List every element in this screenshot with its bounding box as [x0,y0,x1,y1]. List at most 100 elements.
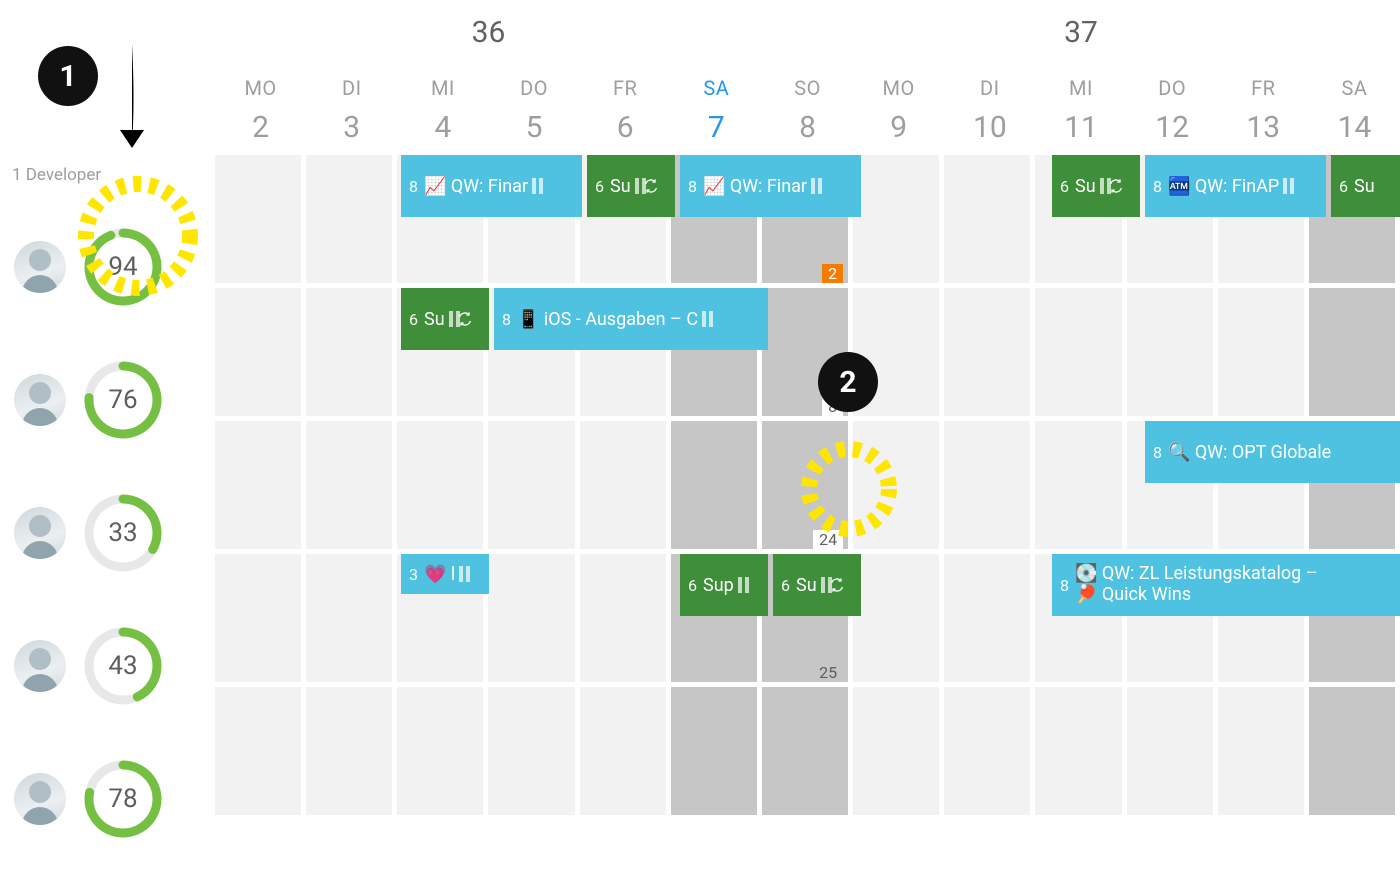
day-column-header[interactable]: DO5 [488,65,579,155]
day-cell[interactable] [306,155,397,288]
task-hours: 6 [781,576,790,595]
day-cell[interactable]: 24 [762,421,853,554]
day-cell[interactable] [671,421,762,554]
group-label: 1 Developer [12,165,101,185]
day-cell[interactable] [1035,687,1126,820]
recurring-icon [1108,178,1124,194]
day-cell[interactable] [1127,687,1218,820]
resource-row[interactable]: 33 [0,466,215,599]
day-cell[interactable] [853,687,944,820]
day-column-header[interactable]: DO12 [1127,65,1218,155]
task-block[interactable]: 6Su [1331,155,1400,217]
day-cell[interactable] [853,155,944,288]
day-cell[interactable] [306,421,397,554]
day-cell[interactable] [397,687,488,820]
avatar[interactable] [14,773,66,825]
task-hours: 6 [1339,177,1348,196]
day-cell[interactable]: 8 [762,288,853,421]
day-cell[interactable] [580,687,671,820]
task-block[interactable]: 6Su [1052,155,1140,217]
day-column-header[interactable]: MI11 [1035,65,1126,155]
day-cell[interactable] [488,421,579,554]
day-cell[interactable] [215,155,306,288]
day-cell[interactable] [580,421,671,554]
avatar[interactable] [14,374,66,426]
pause-icon [459,566,463,582]
task-block[interactable]: 6Su [587,155,675,217]
task-block[interactable]: 8🔍 QW: OPT Globale [1145,421,1400,483]
day-cell[interactable] [215,288,306,421]
day-of-week-label: DI [342,76,362,100]
utilization-ring[interactable]: 94 [84,228,162,306]
task-block[interactable]: 8📱 iOS - Ausgaben – C [494,288,768,350]
day-column-header[interactable]: MO2 [215,65,306,155]
day-cell[interactable] [215,554,306,687]
resource-row[interactable]: 78 [0,732,215,865]
task-label: 💽 QW: ZL Leistungskatalog – 🏓 Quick Wins [1075,564,1318,605]
pause-icon [702,311,706,327]
day-cell[interactable] [944,687,1035,820]
day-column-header[interactable]: MO9 [853,65,944,155]
day-cell[interactable] [215,421,306,554]
utilization-ring[interactable]: 78 [84,760,162,838]
day-cell[interactable] [1218,687,1309,820]
utilization-value: 78 [84,760,162,838]
day-cell[interactable] [488,687,579,820]
day-cell[interactable] [215,687,306,820]
day-column-header[interactable]: FR13 [1218,65,1309,155]
day-cell[interactable] [853,421,944,554]
day-cell[interactable] [306,554,397,687]
day-cell[interactable] [853,554,944,687]
task-block[interactable]: 6Su [401,288,489,350]
day-cell[interactable] [306,288,397,421]
day-cell[interactable] [1309,288,1400,421]
day-cell[interactable] [397,421,488,554]
day-cell[interactable] [944,288,1035,421]
task-block[interactable]: 6Sup [680,554,768,616]
day-cell[interactable] [580,554,671,687]
avatar[interactable] [14,640,66,692]
task-block[interactable]: 6Su [773,554,861,616]
day-cell[interactable] [944,421,1035,554]
day-cell[interactable] [488,554,579,687]
task-hours: 8 [1060,576,1069,595]
task-block[interactable]: 8 💽 QW: ZL Leistungskatalog – 🏓 Quick Wi… [1052,554,1400,616]
resource-row[interactable]: 76 [0,333,215,466]
day-cell[interactable] [306,687,397,820]
day-column-header[interactable]: SA7 [671,65,762,155]
day-cell[interactable] [944,554,1035,687]
day-cell[interactable] [1035,288,1126,421]
avatar[interactable] [14,241,66,293]
utilization-ring[interactable]: 76 [84,361,162,439]
utilization-value: 94 [84,228,162,306]
day-cell[interactable] [944,155,1035,288]
task-label: Su [1075,176,1096,197]
resource-row[interactable]: 43 [0,599,215,732]
task-block[interactable]: 8📈 QW: Finar [680,155,861,217]
task-hours: 6 [688,576,697,595]
day-cell[interactable] [671,687,762,820]
day-column-header[interactable]: SO8 [762,65,853,155]
day-cell[interactable] [1035,421,1126,554]
task-block[interactable]: 8📈 QW: Finar [401,155,582,217]
day-column-header[interactable]: FR6 [580,65,671,155]
day-cell[interactable] [853,288,944,421]
resource-row[interactable]: 94 [0,200,215,333]
day-column-header[interactable]: DI10 [944,65,1035,155]
day-cell[interactable] [1127,288,1218,421]
task-block[interactable]: 3💗 l [401,554,489,594]
day-cell[interactable] [1218,288,1309,421]
tracks: 28📈 QW: Finar6Su8📈 QW: Finar6Su8🏧 QW: Fi… [215,155,1400,820]
day-column-header[interactable]: MI4 [397,65,488,155]
day-column-header[interactable]: SA14 [1309,65,1400,155]
task-label: 📈 QW: Finar [703,176,807,197]
task-block[interactable]: 8🏧 QW: FinAP [1145,155,1326,217]
day-cell[interactable] [1309,687,1400,820]
utilization-ring[interactable]: 43 [84,627,162,705]
day-cell[interactable] [762,687,853,820]
utilization-ring[interactable]: 33 [84,494,162,572]
avatar[interactable] [14,507,66,559]
resource-track: 8 6Su8📱 iOS - Ausgaben – C [215,288,1400,421]
day-column-header[interactable]: DI3 [306,65,397,155]
resource-track: 24 8🔍 QW: OPT Globale [215,421,1400,554]
